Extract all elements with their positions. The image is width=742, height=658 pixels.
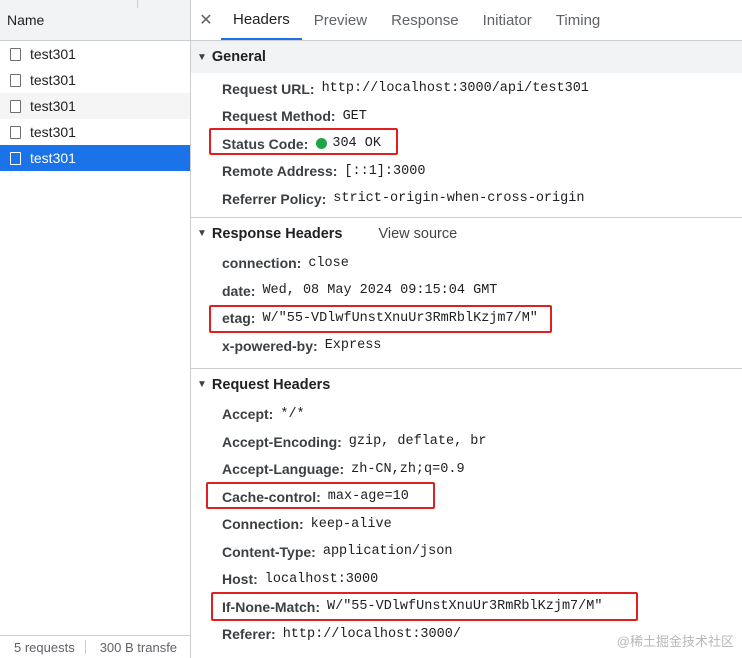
name-column-header[interactable]: Name <box>0 0 190 41</box>
file-icon <box>10 125 21 139</box>
triangle-down-icon: ▼ <box>197 379 207 390</box>
header-key: Status Code: <box>222 135 309 152</box>
tab-initiator[interactable]: Initiator <box>471 0 544 40</box>
remote-address-row: Remote Address: [::1]:3000 <box>191 158 742 186</box>
request-row[interactable]: test301 <box>0 119 190 145</box>
watermark: @稀土掘金技术社区 <box>616 634 734 649</box>
response-headers-section-header[interactable]: ▼ Response Headers View source <box>191 216 742 250</box>
details-tab-bar: ✕ Headers Preview Response Initiator Tim… <box>191 0 742 41</box>
column-divider <box>137 0 138 8</box>
referrer-policy-row: Referrer Policy: strict-origin-when-cros… <box>191 185 742 213</box>
response-header-row: date: Wed, 08 May 2024 09:15:04 GMT <box>191 277 742 305</box>
request-name: test301 <box>30 124 76 140</box>
request-headers-section-header[interactable]: ▼ Request Headers <box>191 367 742 401</box>
header-key: Request URL: <box>222 80 315 97</box>
header-key: etag: <box>222 310 256 327</box>
header-value: close <box>308 255 349 271</box>
status-ok-icon <box>316 138 328 150</box>
file-icon <box>10 73 21 87</box>
request-header-row: Host: localhost:3000 <box>191 566 742 594</box>
response-header-row: connection: close <box>191 250 742 278</box>
header-value: */* <box>280 406 305 422</box>
request-name: test301 <box>30 150 76 166</box>
file-icon <box>10 47 21 61</box>
request-list-panel: Name test301 test301 test301 test301 tes… <box>0 0 191 658</box>
header-key: Referrer Policy: <box>222 190 327 207</box>
header-value: application/json <box>322 544 453 560</box>
header-value: Express <box>324 338 382 354</box>
header-value: keep-alive <box>310 516 392 532</box>
request-details-panel: ✕ Headers Preview Response Initiator Tim… <box>191 0 742 658</box>
header-key: Remote Address: <box>222 163 338 180</box>
request-header-row: Content-Type: application/json <box>191 538 742 566</box>
header-value: zh-CN,zh;q=0.9 <box>351 461 465 477</box>
general-title: General <box>211 49 266 65</box>
request-row-selected[interactable]: test301 <box>0 145 190 171</box>
request-row[interactable]: test301 <box>0 93 190 119</box>
request-method-row: Request Method: GET <box>191 103 742 131</box>
tab-timing[interactable]: Timing <box>544 0 612 40</box>
tab-preview[interactable]: Preview <box>302 0 379 40</box>
header-value: gzip, deflate, br <box>348 434 487 450</box>
header-value: 304 OK <box>332 136 381 152</box>
request-header-row: Connection: keep-alive <box>191 511 742 539</box>
general-section-header[interactable]: ▼ General <box>191 41 742 73</box>
header-value: Wed, 08 May 2024 09:15:04 GMT <box>262 283 498 299</box>
file-icon <box>10 151 21 165</box>
request-row[interactable]: test301 <box>0 41 190 67</box>
file-icon <box>10 99 21 113</box>
request-row[interactable]: test301 <box>0 67 190 93</box>
header-key: If-None-Match: <box>222 598 320 615</box>
header-value: W/"55-VDlwfUnstXnuUr3RmRblKzjm7/M" <box>262 310 538 326</box>
header-key: Content-Type: <box>222 543 316 560</box>
status-bar: 5 requests 300 B transfe <box>0 635 190 658</box>
header-value: localhost:3000 <box>264 571 379 587</box>
header-key: Referer: <box>222 626 276 643</box>
request-header-row: If-None-Match: W/"55-VDlwfUnstXnuUr3RmRb… <box>191 593 742 621</box>
header-value: strict-origin-when-cross-origin <box>333 191 585 207</box>
request-name: test301 <box>30 72 76 88</box>
header-key: date: <box>222 282 256 299</box>
request-header-row: Accept: */* <box>191 401 742 429</box>
header-value: W/"55-VDlwfUnstXnuUr3RmRblKzjm7/M" <box>327 599 603 615</box>
close-icon[interactable]: ✕ <box>191 10 221 30</box>
header-key: Accept-Encoding: <box>222 433 342 450</box>
header-value: http://localhost:3000/api/test301 <box>321 81 589 97</box>
header-value: max-age=10 <box>327 489 409 505</box>
header-value: http://localhost:3000/ <box>282 626 461 642</box>
response-header-row: etag: W/"55-VDlwfUnstXnuUr3RmRblKzjm7/M" <box>191 305 742 333</box>
header-value: GET <box>342 108 367 124</box>
view-source-link[interactable]: View source <box>378 226 457 242</box>
tab-headers[interactable]: Headers <box>221 0 302 40</box>
header-key: Host: <box>222 571 258 588</box>
request-url-row: Request URL: http://localhost:3000/api/t… <box>191 75 742 103</box>
header-value: [::1]:3000 <box>344 163 426 179</box>
header-key: x-powered-by: <box>222 337 318 354</box>
header-key: Accept-Language: <box>222 461 345 478</box>
request-headers-title: Request Headers <box>211 376 331 393</box>
triangle-down-icon: ▼ <box>197 51 207 63</box>
request-header-row: Accept-Encoding: gzip, deflate, br <box>191 428 742 456</box>
response-headers-title: Response Headers <box>211 225 343 242</box>
request-count: 5 requests <box>14 639 75 655</box>
request-name: test301 <box>30 98 76 114</box>
response-header-row: x-powered-by: Express <box>191 332 742 360</box>
header-key: Connection: <box>222 516 304 533</box>
header-key: Request Method: <box>222 108 336 125</box>
request-header-row: Cache-control: max-age=10 <box>191 483 742 511</box>
status-code-row: Status Code: 304 OK <box>191 130 742 158</box>
header-key: Accept: <box>222 406 274 423</box>
tab-response[interactable]: Response <box>379 0 471 40</box>
name-column-label: Name <box>7 12 45 28</box>
request-header-row: Accept-Language: zh-CN,zh;q=0.9 <box>191 456 742 484</box>
header-key: Cache-control: <box>222 488 321 505</box>
triangle-down-icon: ▼ <box>197 228 207 239</box>
request-name: test301 <box>30 46 76 62</box>
transferred-size: 300 B transfe <box>99 639 178 655</box>
header-key: connection: <box>222 255 302 272</box>
